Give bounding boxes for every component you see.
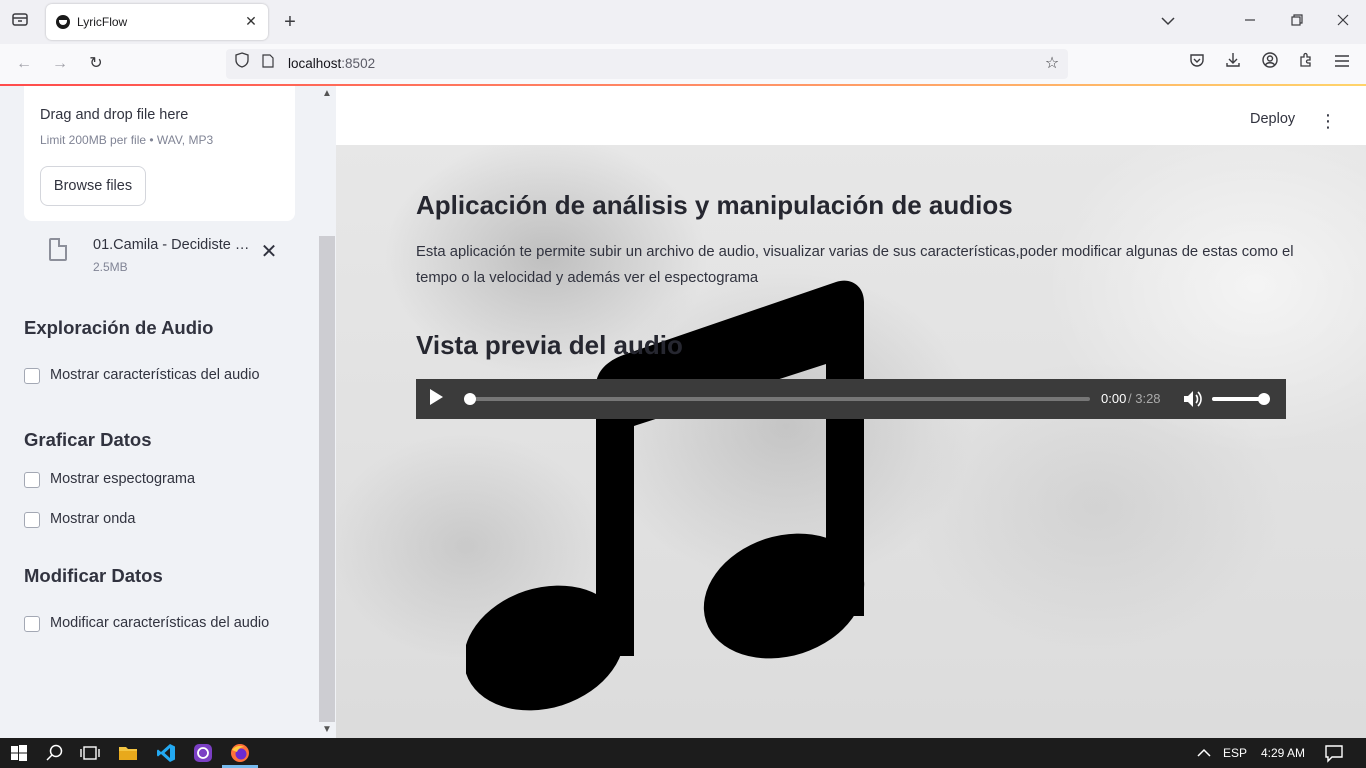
- new-tab-icon[interactable]: +: [278, 10, 302, 34]
- section-heading-modificar: Modificar Datos: [24, 565, 163, 586]
- app-menu-icon[interactable]: [1330, 52, 1354, 76]
- vscode-icon[interactable]: [155, 742, 177, 764]
- uploaded-file-name: 01.Camila - Decidiste dejarme: [93, 237, 255, 253]
- url-port: :8502: [341, 56, 376, 71]
- preview-heading: Vista previa del audio: [416, 330, 683, 360]
- section-heading-graficar: Graficar Datos: [24, 429, 152, 450]
- file-explorer-icon[interactable]: [117, 742, 139, 764]
- task-view-icon[interactable]: [79, 742, 101, 764]
- checkbox-label[interactable]: Mostrar onda: [50, 511, 135, 527]
- account-icon[interactable]: [1258, 52, 1282, 76]
- minimize-icon[interactable]: [1238, 10, 1262, 34]
- volume-knob[interactable]: [1258, 393, 1270, 405]
- sidebar-scrollbar[interactable]: ▲ ▼: [318, 86, 336, 738]
- shield-icon[interactable]: [230, 52, 254, 76]
- back-arrow-icon[interactable]: ←: [12, 52, 36, 76]
- downloads-icon[interactable]: [1221, 52, 1245, 76]
- tab-close-icon[interactable]: ✕: [242, 12, 260, 30]
- page-info-icon[interactable]: [256, 52, 280, 76]
- remove-file-icon[interactable]: ✕: [258, 241, 280, 263]
- url-text[interactable]: localhost:8502: [288, 56, 375, 71]
- volume-slider[interactable]: [1212, 393, 1270, 405]
- restore-icon[interactable]: [1285, 10, 1309, 34]
- input-language[interactable]: ESP: [1223, 746, 1247, 760]
- tab-title: LyricFlow: [77, 15, 128, 29]
- checkbox-box[interactable]: [24, 472, 40, 488]
- browser-tab-bar: LyricFlow ✕ +: [0, 0, 1366, 44]
- show-hidden-icons-chevron-icon[interactable]: [1193, 742, 1215, 764]
- scroll-down-arrow-icon[interactable]: ▼: [319, 722, 335, 738]
- checkbox-label[interactable]: Mostrar características del audio: [50, 367, 260, 383]
- bookmark-star-icon[interactable]: ☆: [1040, 52, 1064, 76]
- page-title: Aplicación de análisis y manipulación de…: [416, 190, 1013, 220]
- volume-icon[interactable]: [1182, 388, 1202, 410]
- seek-bar[interactable]: [464, 393, 1090, 405]
- file-icon: [49, 238, 67, 261]
- current-time: 0:00: [1101, 391, 1127, 406]
- dropzone-limit-text: Limit 200MB per file • WAV, MP3: [40, 133, 214, 147]
- url-host: localhost: [288, 56, 342, 71]
- tab-overview-icon[interactable]: [8, 10, 32, 34]
- play-icon[interactable]: [430, 389, 443, 405]
- url-bar[interactable]: localhost:8502 ☆: [226, 49, 1068, 79]
- forward-arrow-icon[interactable]: →: [48, 52, 72, 76]
- close-window-icon[interactable]: [1331, 10, 1355, 34]
- firefox-icon[interactable]: [229, 742, 251, 764]
- audio-player: 0:00 / 3:28: [416, 379, 1286, 419]
- section-heading-exploracion: Exploración de Audio: [24, 317, 214, 338]
- checkbox-box[interactable]: [24, 616, 40, 632]
- pocket-icon[interactable]: [1185, 52, 1209, 76]
- list-tabs-chevron-icon[interactable]: [1156, 10, 1180, 34]
- github-desktop-icon[interactable]: [192, 742, 214, 764]
- search-icon[interactable]: [44, 742, 66, 764]
- browse-files-button[interactable]: Browse files: [40, 166, 146, 206]
- sidebar: Drag and drop file here Limit 200MB per …: [0, 86, 336, 738]
- lyricflow-favicon-icon: [56, 15, 70, 29]
- checkbox-box[interactable]: [24, 368, 40, 384]
- notifications-icon[interactable]: [1323, 742, 1345, 764]
- main-menu-kebab-icon[interactable]: ⋮: [1318, 110, 1338, 132]
- uploaded-file-size: 2.5MB: [93, 260, 128, 274]
- scrollbar-thumb[interactable]: [319, 236, 335, 722]
- windows-taskbar: ESP 4:29 AM: [0, 738, 1366, 768]
- windows-start-icon[interactable]: [8, 742, 30, 764]
- browser-tab[interactable]: LyricFlow ✕: [46, 4, 268, 40]
- checkbox-label[interactable]: Mostrar espectograma: [50, 471, 195, 487]
- reload-icon[interactable]: ↻: [84, 52, 108, 76]
- page-description: Esta aplicación te permite subir un arch…: [416, 244, 1294, 286]
- seek-knob[interactable]: [464, 393, 476, 405]
- app-header: Deploy ⋮: [336, 86, 1366, 145]
- file-uploader-dropzone[interactable]: Drag and drop file here Limit 200MB per …: [24, 86, 295, 221]
- dropzone-title: Drag and drop file here: [40, 107, 189, 123]
- deploy-button[interactable]: Deploy: [1250, 111, 1295, 127]
- checkbox-box[interactable]: [24, 512, 40, 528]
- browser-nav-bar: ← → ↻ localhost:8502 ☆: [0, 44, 1366, 85]
- checkbox-label[interactable]: Modificar características del audio: [50, 615, 269, 631]
- scroll-up-arrow-icon[interactable]: ▲: [319, 86, 335, 102]
- system-clock[interactable]: 4:29 AM: [1261, 746, 1305, 760]
- duration: / 3:28: [1128, 391, 1161, 406]
- main-content: Deploy ⋮ Aplicación de análisis y manipu…: [336, 86, 1366, 738]
- extensions-puzzle-icon[interactable]: [1294, 52, 1318, 76]
- uploaded-file-item: 01.Camila - Decidiste dejarme 2.5MB ✕: [24, 231, 295, 279]
